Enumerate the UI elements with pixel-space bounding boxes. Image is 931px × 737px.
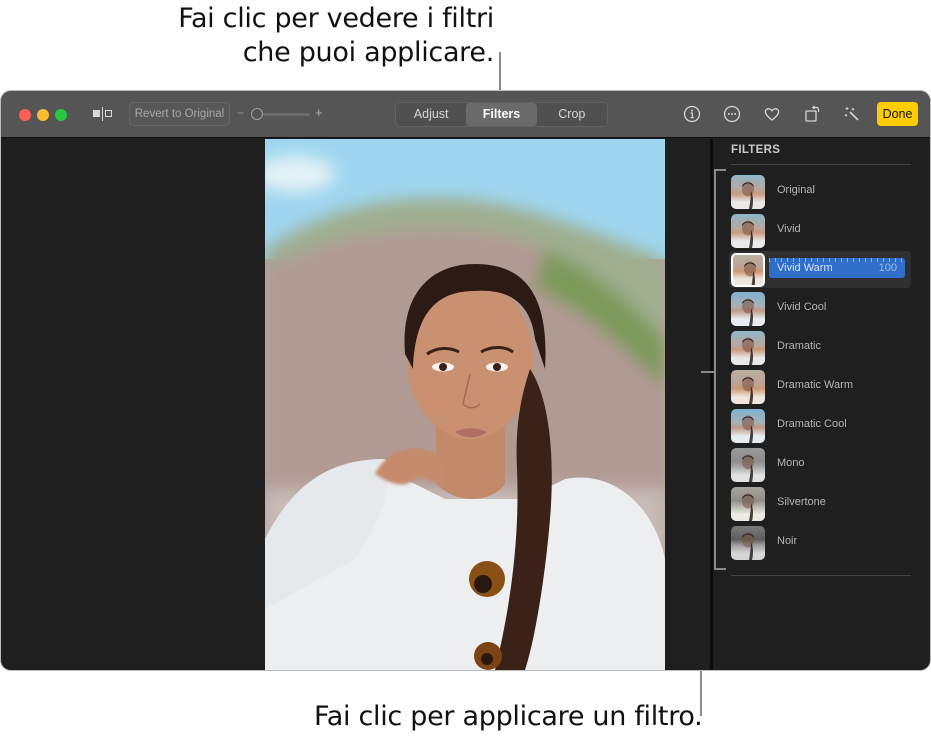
- filter-item-vivid-warm[interactable]: Vivid Warm 100: [729, 251, 911, 288]
- filter-item-mono[interactable]: Mono: [729, 446, 911, 483]
- filter-item-dramatic-warm[interactable]: Dramatic Warm: [729, 368, 911, 405]
- filter-item-dramatic-cool[interactable]: Dramatic Cool: [729, 407, 911, 444]
- filter-thumbnail: [731, 292, 765, 326]
- callout-filters-tab: Fai clic per vedere i filtri che puoi ap…: [74, 2, 494, 70]
- filter-item-vivid[interactable]: Vivid: [729, 212, 911, 249]
- filter-label: Dramatic Warm: [777, 379, 853, 391]
- filter-item-silvertone[interactable]: Silvertone: [729, 485, 911, 522]
- bracket-vertical: [714, 169, 716, 570]
- filters-sidebar: FILTERS Original Vivid Vivid Warm 100 Vivid …: [713, 139, 930, 670]
- filter-label: Vivid Warm: [777, 262, 833, 274]
- filter-label: Vivid Cool: [777, 301, 827, 313]
- edited-photo: [265, 139, 665, 670]
- rotate-icon[interactable]: [802, 104, 822, 124]
- close-window-button[interactable]: [19, 109, 31, 121]
- filters-section-title: FILTERS: [731, 144, 781, 156]
- bracket-bottom: [714, 568, 726, 570]
- callout-top-line1: Fai clic per vedere i filtri: [178, 3, 494, 34]
- done-button[interactable]: Done: [877, 102, 918, 126]
- filter-label: Dramatic Cool: [777, 418, 847, 430]
- callout-top-line2: che puoi applicare.: [242, 37, 495, 68]
- bracket-top: [714, 169, 726, 171]
- filter-label: Dramatic: [777, 340, 822, 352]
- filter-label: Mono: [777, 457, 805, 469]
- photo-canvas: [1, 139, 710, 670]
- info-icon[interactable]: [682, 104, 702, 124]
- more-options-icon[interactable]: [722, 104, 742, 124]
- filter-label: Noir: [777, 535, 798, 547]
- filter-item-original[interactable]: Original: [729, 173, 911, 210]
- zoom-slider-track[interactable]: [257, 113, 310, 116]
- tab-adjust[interactable]: Adjust: [396, 103, 466, 126]
- compare-before-after-icon[interactable]: [93, 107, 115, 121]
- filter-thumbnail: [731, 409, 765, 443]
- zoom-in-icon: +: [315, 105, 323, 120]
- minimize-window-button[interactable]: [37, 109, 49, 121]
- filter-intensity-value: 100: [878, 262, 897, 274]
- filter-thumbnail: [731, 331, 765, 365]
- filter-item-dramatic[interactable]: Dramatic: [729, 329, 911, 366]
- bracket-stub: [701, 371, 715, 373]
- filter-thumbnail: [731, 487, 765, 521]
- portrait-photo-illustration: [265, 139, 665, 670]
- filter-thumbnail: [731, 253, 765, 287]
- filter-thumbnail: [731, 175, 765, 209]
- filter-item-noir[interactable]: Noir: [729, 524, 911, 561]
- filter-thumbnail: [731, 448, 765, 482]
- photos-edit-window: Revert to Original − + Adjust Filters Cr…: [1, 91, 930, 670]
- filter-label: Vivid: [777, 223, 801, 235]
- favorite-heart-icon[interactable]: [762, 104, 782, 124]
- filter-item-vivid-cool[interactable]: Vivid Cool: [729, 290, 911, 327]
- zoom-slider-knob[interactable]: [251, 108, 263, 120]
- tab-crop[interactable]: Crop: [537, 103, 607, 126]
- filters-bottom-rule: [731, 575, 911, 576]
- filter-thumbnail: [731, 214, 765, 248]
- zoom-window-button[interactable]: [55, 109, 67, 121]
- callout-apply-filter: Fai clic per applicare un filtro.: [314, 701, 703, 732]
- filter-intensity-slider[interactable]: Vivid Warm 100: [769, 258, 905, 278]
- filter-label: Silvertone: [777, 496, 826, 508]
- filter-thumbnail: [731, 526, 765, 560]
- toolbar: Revert to Original − + Adjust Filters Cr…: [1, 91, 930, 138]
- filter-label: Original: [777, 184, 815, 196]
- auto-enhance-wand-icon[interactable]: [842, 104, 862, 124]
- filters-top-rule: [731, 164, 911, 165]
- zoom-out-icon: −: [237, 106, 245, 120]
- revert-to-original-button[interactable]: Revert to Original: [129, 102, 230, 126]
- edit-mode-tabs: Adjust Filters Crop: [395, 102, 608, 127]
- tab-filters[interactable]: Filters: [466, 103, 537, 126]
- filter-thumbnail: [731, 370, 765, 404]
